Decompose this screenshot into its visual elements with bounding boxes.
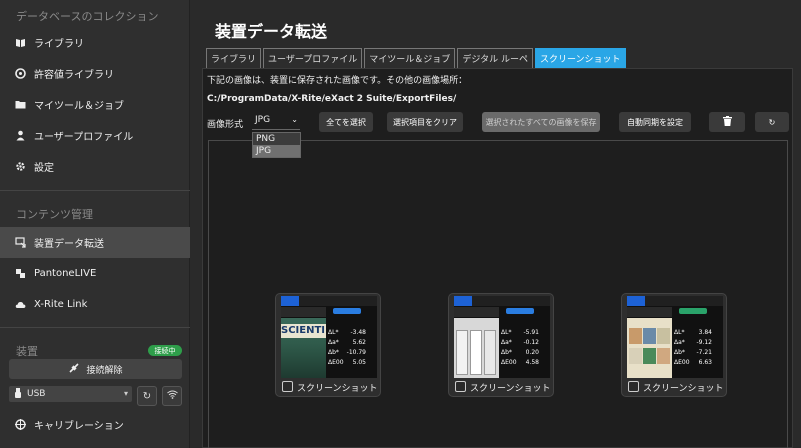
section-content-title: コンテンツ管理 bbox=[16, 208, 93, 221]
pantone-icon bbox=[14, 268, 26, 280]
main-content: 装置データ転送 ライブラリ ユーザープロファイル マイツール＆ジョブ デジタル … bbox=[191, 0, 801, 448]
disconnect-label: 接続解除 bbox=[86, 365, 123, 376]
trash-icon bbox=[722, 116, 732, 128]
description-text: 下記の画像は、装置に保存された画像です。その他の画像場所： bbox=[207, 76, 468, 86]
target-icon bbox=[14, 419, 26, 431]
screenshot-image: ΔL* -5.91 Δa* -0.12 Δb* 0.20 ΔE00 4.58 bbox=[454, 296, 550, 378]
target-icon bbox=[14, 68, 26, 80]
refresh-button[interactable]: ↻ bbox=[755, 112, 789, 132]
tab-user-profile[interactable]: ユーザープロファイル bbox=[263, 48, 363, 68]
disconnect-icon bbox=[68, 362, 80, 377]
chevron-down-icon: ▾ bbox=[123, 389, 128, 398]
folder-icon bbox=[14, 99, 26, 111]
wireless-button[interactable] bbox=[162, 386, 182, 406]
sidebar-item-label: PantoneLIVE bbox=[34, 268, 97, 279]
thumbnail-label: スクリーンショット 25-10 bbox=[643, 384, 725, 394]
page-title: 装置データ転送 bbox=[215, 22, 328, 41]
app-window: データベースのコレクション ライブラリ 許容値ライブラリ マイツール＆ジョブ ユ… bbox=[0, 0, 801, 448]
screenshot-thumbnail[interactable]: ΔL* -5.91 Δa* -0.12 Δb* 0.20 ΔE00 4.58 スクリーン… bbox=[448, 293, 554, 397]
sidebar-item-label: ユーザープロファイル bbox=[34, 132, 134, 143]
disconnect-button[interactable]: 接続解除 bbox=[9, 359, 182, 379]
tab-library[interactable]: ライブラリ bbox=[206, 48, 262, 68]
format-dropdown: PNG JPG bbox=[252, 132, 301, 158]
thumbnail-checkbox[interactable] bbox=[282, 381, 293, 392]
sidebar-item-label: ライブラリ bbox=[34, 39, 84, 50]
section-device-title: 装置 bbox=[16, 345, 38, 358]
tab-bar: ライブラリ ユーザープロファイル マイツール＆ジョブ デジタル ルーペ スクリー… bbox=[206, 48, 626, 68]
sidebar-item-label: 許容値ライブラリ bbox=[34, 70, 114, 81]
transfer-icon bbox=[14, 237, 26, 249]
tab-screenshots[interactable]: スクリーンショット bbox=[535, 48, 626, 68]
tab-digital-loupe[interactable]: デジタル ルーペ bbox=[457, 48, 533, 68]
auto-sync-button[interactable]: 自動同期を設定 bbox=[619, 112, 691, 132]
thumbnail-checkbox[interactable] bbox=[628, 381, 639, 392]
sidebar: データベースのコレクション ライブラリ 許容値ライブラリ マイツール＆ジョブ ユ… bbox=[0, 0, 190, 448]
sidebar-item-tolerance-library[interactable]: 許容値ライブラリ bbox=[0, 58, 190, 89]
gear-icon bbox=[14, 161, 26, 173]
export-path: C:/ProgramData/X-Rite/eXact 2 Suite/Expo… bbox=[207, 94, 457, 104]
sidebar-item-calibration[interactable]: キャリブレーション bbox=[0, 409, 190, 440]
select-all-button[interactable]: 全てを選択 bbox=[319, 112, 373, 132]
section-database-title: データベースのコレクション bbox=[16, 10, 159, 23]
format-option-jpg[interactable]: JPG bbox=[253, 145, 300, 157]
user-icon bbox=[14, 130, 26, 142]
delete-button[interactable] bbox=[709, 112, 745, 132]
sidebar-item-my-tools-jobs[interactable]: マイツール＆ジョブ bbox=[0, 89, 190, 120]
sidebar-item-device-transfer[interactable]: 装置データ転送 bbox=[0, 227, 190, 258]
save-selected-button[interactable]: 選択されたすべての画像を保存 bbox=[482, 112, 600, 132]
sidebar-item-label: マイツール＆ジョブ bbox=[34, 101, 124, 112]
thumbnail-label: スクリーンショット 25-10 bbox=[297, 384, 379, 394]
format-select-value: JPG bbox=[255, 115, 271, 125]
format-option-png[interactable]: PNG bbox=[253, 133, 300, 145]
sidebar-item-settings[interactable]: 設定 bbox=[0, 151, 190, 182]
screenshot-image: SCIENTI ΔL* -3.48 Δa* 5.62 Δb* -10.79 ΔE00 5… bbox=[281, 296, 377, 378]
clear-selection-button[interactable]: 選択項目をクリア bbox=[387, 112, 463, 132]
sidebar-item-label: X-Rite Link bbox=[34, 299, 88, 310]
port-select-value: USB bbox=[27, 389, 46, 399]
thumbnail-checkbox[interactable] bbox=[455, 381, 466, 392]
cloud-icon bbox=[14, 299, 26, 311]
sidebar-item-library[interactable]: ライブラリ bbox=[0, 27, 190, 58]
port-select[interactable]: USB ▾ bbox=[9, 386, 132, 402]
sidebar-item-user-profile[interactable]: ユーザープロファイル bbox=[0, 120, 190, 151]
connection-status-badge: 接続中 bbox=[148, 345, 182, 356]
wifi-icon bbox=[166, 390, 178, 402]
refresh-icon: ↻ bbox=[768, 117, 776, 127]
sample-text: SCIENTI bbox=[281, 324, 326, 338]
refresh-icon: ↻ bbox=[142, 390, 152, 402]
sidebar-divider bbox=[0, 327, 190, 328]
format-select[interactable]: JPG ⌄ bbox=[252, 112, 300, 130]
tab-my-tools-jobs[interactable]: マイツール＆ジョブ bbox=[364, 48, 456, 68]
chevron-down-icon: ⌄ bbox=[291, 115, 298, 124]
usb-icon bbox=[15, 387, 21, 401]
screenshot-image: ΔL* 3.84 Δa* -9.12 Δb* -7.21 ΔE00 6.63 bbox=[627, 296, 723, 378]
screenshot-panel: 下記の画像は、装置に保存された画像です。その他の画像場所： C:/Program… bbox=[202, 68, 793, 448]
format-label: 画像形式 bbox=[207, 120, 244, 130]
thumbnail-label: スクリーンショット 25-10 bbox=[470, 384, 552, 394]
screenshot-thumbnail[interactable]: ΔL* 3.84 Δa* -9.12 Δb* -7.21 ΔE00 6.63 スクリーン… bbox=[621, 293, 727, 397]
sidebar-item-xrite-link[interactable]: X-Rite Link bbox=[0, 289, 190, 320]
thumbnail-gallery: SCIENTI ΔL* -3.48 Δa* 5.62 Δb* -10.79 ΔE00 5… bbox=[208, 140, 788, 448]
refresh-port-button[interactable]: ↻ bbox=[137, 386, 157, 406]
sidebar-item-pantonelive[interactable]: PantoneLIVE bbox=[0, 258, 190, 289]
sidebar-item-label: 装置データ転送 bbox=[34, 239, 104, 250]
sidebar-divider bbox=[0, 190, 190, 191]
book-icon bbox=[14, 37, 26, 49]
screenshot-thumbnail[interactable]: SCIENTI ΔL* -3.48 Δa* 5.62 Δb* -10.79 ΔE00 5… bbox=[275, 293, 381, 397]
sidebar-item-label: キャリブレーション bbox=[34, 421, 124, 432]
sidebar-item-label: 設定 bbox=[34, 163, 54, 174]
